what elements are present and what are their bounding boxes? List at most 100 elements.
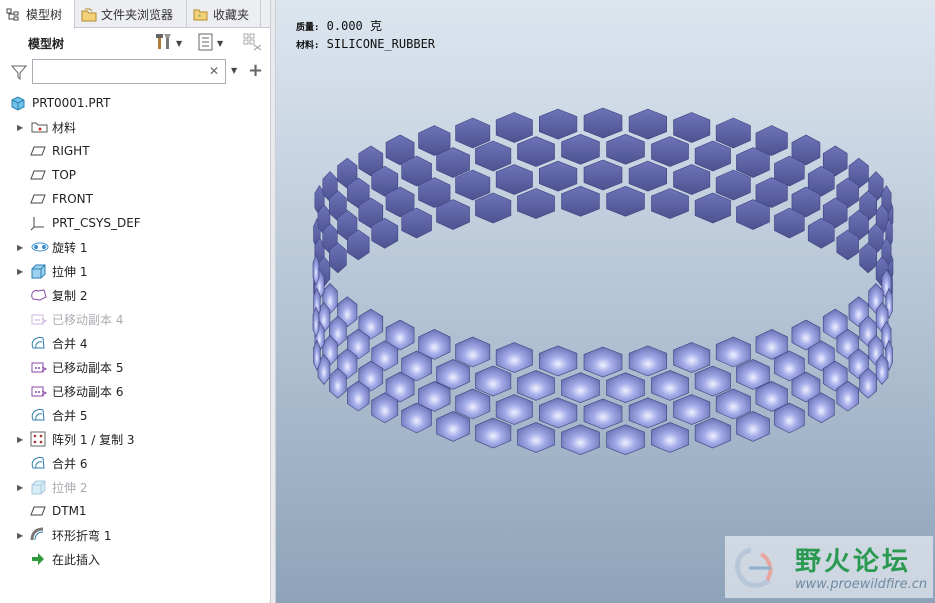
honeycomb-cell [495, 342, 533, 373]
expand-arrow-icon[interactable]: ▶ [17, 123, 23, 132]
close-icon[interactable]: ✕ [209, 64, 219, 78]
tree-root[interactable]: PRT0001.PRT [0, 91, 270, 115]
tree-item-label: 合并 6 [52, 456, 88, 471]
honeycomb-cell [475, 417, 512, 449]
honeycomb-cell [606, 424, 645, 456]
datum-plane-icon [30, 503, 46, 519]
honeycomb-cell [312, 306, 320, 338]
honeycomb-cell [475, 140, 512, 172]
honeycomb-cell [583, 346, 623, 378]
honeycomb-cell [312, 254, 320, 286]
tree-item[interactable]: FRONT [0, 187, 270, 211]
honeycomb-cell [673, 164, 711, 195]
tree-item[interactable]: 合并 4 [0, 331, 270, 355]
honeycomb-cell [694, 417, 731, 449]
honeycomb-cell [606, 185, 645, 217]
honeycomb-cell [651, 136, 689, 167]
honeycomb-cell [694, 365, 731, 397]
datum-plane-icon [30, 191, 46, 207]
tab-model-tree[interactable]: 模型树 [0, 0, 75, 29]
tree-item-label: 拉伸 1 [52, 264, 88, 279]
honeycomb-cell [455, 117, 491, 149]
tree-item-label: 阵列 1 / 复制 3 [52, 432, 135, 447]
tree-item[interactable]: 在此插入 [0, 547, 270, 571]
filter-icon[interactable] [10, 64, 28, 81]
tree-item[interactable]: ▶ 材料 [0, 115, 270, 139]
watermark-title: 野火论坛 [795, 547, 912, 577]
csys-icon [30, 215, 46, 231]
material-label: 材料: [296, 41, 320, 51]
honeycomb-cell [436, 411, 470, 442]
tree-item[interactable]: TOP [0, 163, 270, 187]
tree-filter-settings-button[interactable] [243, 33, 263, 53]
tree-item[interactable]: 复制 2 [0, 283, 270, 307]
expand-arrow-icon[interactable]: ▶ [17, 243, 23, 252]
favorites-icon: * [193, 7, 208, 21]
chevron-down-icon: ▼ [217, 38, 224, 48]
datum-plane-icon [30, 143, 46, 159]
expand-arrow-icon[interactable]: ▶ [17, 267, 23, 276]
list-view-icon [198, 33, 214, 54]
honeycomb-cell [694, 192, 731, 224]
tree-item[interactable]: ▶ 环形折弯 1 [0, 523, 270, 547]
tree-item[interactable]: ▶ 拉伸 1 [0, 259, 270, 283]
toroidal-bend-icon [30, 527, 46, 543]
expand-arrow-icon[interactable]: ▶ [17, 435, 23, 444]
honeycomb-cell [606, 372, 645, 404]
tree-item[interactable]: 已移动副本 4 [0, 307, 270, 331]
merge-icon [30, 407, 46, 423]
tree-item[interactable]: 已移动副本 5 [0, 355, 270, 379]
tree-item[interactable]: DTM1 [0, 499, 270, 523]
tree-item[interactable]: 合并 5 [0, 403, 270, 427]
mass-value: 0.000 克 [326, 19, 383, 33]
honeycomb-cell [628, 160, 667, 192]
svg-text:*: * [198, 13, 202, 21]
tree-item[interactable]: ▶ 拉伸 2 [0, 475, 270, 499]
honeycomb-cell [539, 345, 578, 377]
tree-item[interactable]: 合并 6 [0, 451, 270, 475]
filter-grid-icon [243, 33, 263, 54]
mass-label: 质量: [296, 23, 320, 33]
honeycomb-cell [561, 424, 600, 456]
honeycomb-cell [495, 394, 533, 425]
honeycomb-cell [539, 397, 578, 429]
chevron-down-icon: ▼ [176, 38, 183, 48]
tab-label: 收藏夹 [213, 7, 250, 22]
merge-icon [30, 455, 46, 471]
forum-logo-icon [731, 542, 789, 595]
tree-item-label: DTM1 [52, 504, 87, 518]
honeycomb-cell [517, 370, 555, 401]
search-input[interactable] [32, 59, 226, 84]
tree-item[interactable]: RIGHT [0, 139, 270, 163]
tree-item-label: TOP [52, 168, 77, 182]
panel-tabs: 模型树 文件夹浏览器 * 收藏夹 [0, 0, 270, 29]
tree-item-label: 复制 2 [52, 288, 88, 303]
honeycomb-cell [583, 159, 623, 191]
tab-favorites[interactable]: * 收藏夹 [187, 0, 261, 28]
honeycomb-cell [455, 169, 491, 201]
tree-item-label: PRT_CSYS_DEF [52, 216, 141, 230]
settings-button[interactable]: ▼ [155, 33, 182, 53]
chevron-down-icon[interactable]: ▼ [231, 66, 237, 75]
expand-arrow-icon[interactable]: ▶ [17, 483, 23, 492]
tools-icon [155, 33, 173, 54]
tree-item[interactable]: PRT_CSYS_DEF [0, 211, 270, 235]
graphics-viewport[interactable]: 质量: 0.000 克 材料: SILICONE_RUBBER 野火论坛 www… [276, 0, 935, 603]
add-icon[interactable]: + [248, 60, 263, 81]
extrude-icon [30, 479, 46, 495]
honeycomb-cell [673, 394, 711, 425]
tree-item[interactable]: ▶ 阵列 1 / 复制 3 [0, 427, 270, 451]
expand-arrow-icon[interactable]: ▶ [17, 531, 23, 540]
honeycomb-cell [628, 397, 667, 429]
tree-item[interactable]: 已移动副本 6 [0, 379, 270, 403]
show-button[interactable]: ▼ [198, 33, 223, 53]
moved-copy-icon [30, 383, 48, 399]
moved-copy-icon [30, 311, 48, 327]
honeycomb-cell [561, 372, 600, 404]
datum-plane-icon [30, 167, 46, 183]
tree-item-label: 在此插入 [52, 552, 101, 567]
honeycomb-cell [673, 112, 711, 143]
tree-item[interactable]: ▶ 旋转 1 [0, 235, 270, 259]
honeycomb-cell [455, 388, 491, 420]
tab-folder-browser[interactable]: 文件夹浏览器 [75, 0, 187, 28]
